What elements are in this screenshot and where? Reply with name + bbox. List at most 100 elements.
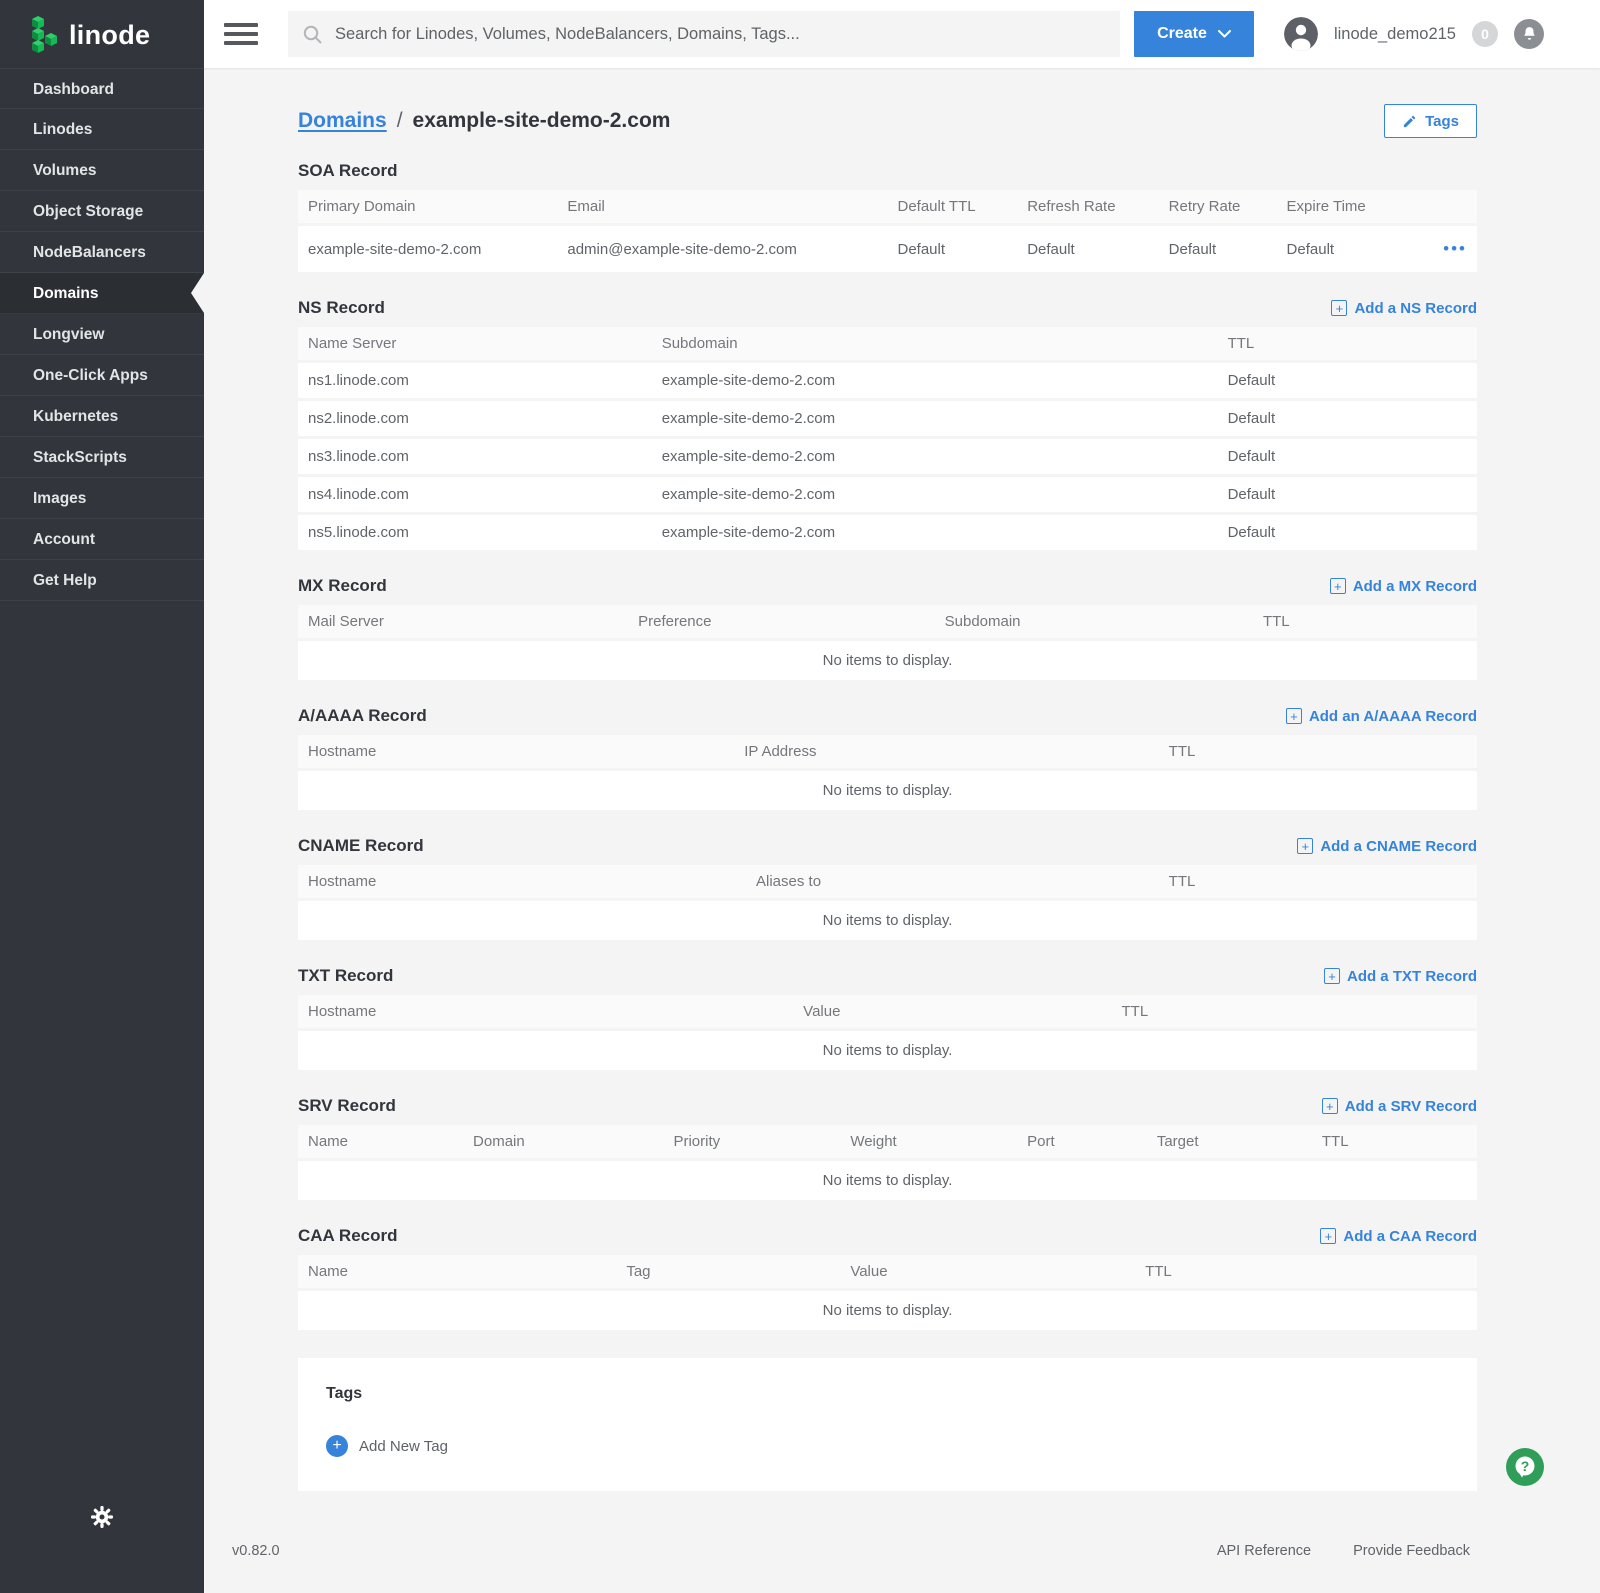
settings-gear-icon[interactable] <box>0 1505 204 1593</box>
table-cell: example-site-demo-2.com <box>652 476 1218 514</box>
section-title: CAA Record <box>298 1226 398 1246</box>
column-header-retry-rate: Retry Rate <box>1159 190 1277 225</box>
plus-square-icon: + <box>1331 300 1347 316</box>
srv-record-table: NameDomainPriorityWeightPortTargetTTLNo … <box>298 1125 1477 1200</box>
breadcrumb-domains-link[interactable]: Domains <box>298 109 387 133</box>
column-header-hostname: Hostname <box>298 735 734 770</box>
sidebar-item-get-help[interactable]: Get Help <box>0 560 204 601</box>
menu-icon[interactable] <box>224 23 258 45</box>
cname-record-table: HostnameAliases toTTLNo items to display… <box>298 865 1477 940</box>
provide-feedback-link[interactable]: Provide Feedback <box>1353 1543 1470 1559</box>
column-header-primary-domain: Primary Domain <box>298 190 557 225</box>
column-header-port: Port <box>1017 1125 1147 1160</box>
more-actions-icon[interactable]: ••• <box>1443 239 1467 258</box>
section-title: CNAME Record <box>298 836 424 856</box>
sidebar-item-images[interactable]: Images <box>0 478 204 519</box>
add-a-cname-record-link[interactable]: +Add a CNAME Record <box>1297 838 1477 855</box>
table-cell: example-site-demo-2.com <box>298 225 557 273</box>
empty-row: No items to display. <box>298 1290 1477 1331</box>
record-sections: SOA RecordPrimary DomainEmailDefault TTL… <box>298 161 1477 1330</box>
mx-record-section: MX Record+Add a MX RecordMail ServerPref… <box>298 576 1477 680</box>
plus-icon: + <box>326 1435 348 1457</box>
empty-state-text: No items to display. <box>298 1160 1477 1201</box>
ns-record-table: Name ServerSubdomainTTLns1.linode.comexa… <box>298 327 1477 550</box>
api-reference-link[interactable]: API Reference <box>1217 1543 1311 1559</box>
table-cell: Default <box>1218 400 1477 438</box>
column-header-name-server: Name Server <box>298 327 652 362</box>
linode-logo[interactable]: linode <box>0 0 204 68</box>
add-a-mx-record-link[interactable]: +Add a MX Record <box>1330 578 1477 595</box>
sidebar-item-longview[interactable]: Longview <box>0 314 204 355</box>
add-new-tag-button[interactable]: + Add New Tag <box>326 1435 448 1457</box>
notification-count-badge[interactable]: 0 <box>1472 21 1498 47</box>
plus-square-icon: + <box>1286 708 1302 724</box>
srv-record-section: SRV Record +Add a SRV Record NameDomainPri… <box>298 1096 1477 1200</box>
column-header-hostname: Hostname <box>298 995 793 1030</box>
column-header-domain: Domain <box>463 1125 663 1160</box>
page-title: example-site-demo-2.com <box>413 109 671 133</box>
sidebar-nav: DashboardLinodesVolumesObject StorageNod… <box>0 68 204 601</box>
column-header-ttl: TTL <box>1159 735 1477 770</box>
add-a-srv-record-link[interactable]: +Add a SRV Record <box>1322 1098 1477 1115</box>
sidebar-item-account[interactable]: Account <box>0 519 204 560</box>
sidebar-item-domains[interactable]: Domains <box>0 273 204 314</box>
column-header-hostname: Hostname <box>298 865 746 900</box>
sidebar: linode DashboardLinodesVolumesObject Sto… <box>0 0 204 1593</box>
column-header-name: Name <box>298 1255 616 1290</box>
sidebar-item-object-storage[interactable]: Object Storage <box>0 191 204 232</box>
edit-tags-button[interactable]: Tags <box>1384 104 1477 138</box>
section-title: SRV Record <box>298 1096 396 1116</box>
sidebar-item-dashboard[interactable]: Dashboard <box>0 68 204 109</box>
pencil-icon <box>1402 114 1417 129</box>
add-a-ns-record-link[interactable]: +Add a NS Record <box>1331 300 1477 317</box>
add-a-txt-record-link[interactable]: +Add a TXT Record <box>1324 968 1477 985</box>
column-header-value: Value <box>793 995 1111 1030</box>
breadcrumb-separator: / <box>397 109 403 133</box>
search-icon <box>302 24 323 45</box>
global-search <box>288 11 1120 57</box>
notifications-bell-icon[interactable] <box>1514 19 1544 49</box>
table-row: ns4.linode.comexample-site-demo-2.comDef… <box>298 476 1477 514</box>
sidebar-item-linodes[interactable]: Linodes <box>0 109 204 150</box>
section-title: TXT Record <box>298 966 393 986</box>
sidebar-item-kubernetes[interactable]: Kubernetes <box>0 396 204 437</box>
breadcrumb: Domains / example-site-demo-2.com <box>298 109 670 133</box>
sidebar-item-volumes[interactable]: Volumes <box>0 150 204 191</box>
tags-card: Tags + Add New Tag <box>298 1358 1477 1491</box>
add-a-caa-record-link[interactable]: +Add a CAA Record <box>1320 1228 1477 1245</box>
column-header-aliases-to: Aliases to <box>746 865 1159 900</box>
create-button[interactable]: Create <box>1134 11 1254 57</box>
svg-text:?: ? <box>1521 1458 1530 1474</box>
version-label: v0.82.0 <box>232 1543 280 1559</box>
column-header-ip-address: IP Address <box>734 735 1158 770</box>
add-an-a-aaaa-record-link[interactable]: +Add an A/AAAA Record <box>1286 708 1477 725</box>
empty-row: No items to display. <box>298 900 1477 941</box>
main-area: Create linode_demo215 0 <box>204 0 1600 1593</box>
sidebar-item-stackscripts[interactable]: StackScripts <box>0 437 204 478</box>
column-header-subdomain: Subdomain <box>652 327 1218 362</box>
plus-square-icon: + <box>1330 578 1346 594</box>
search-input[interactable] <box>333 24 1106 45</box>
user-avatar[interactable] <box>1284 17 1318 51</box>
help-button[interactable]: ? <box>1505 1447 1545 1487</box>
ns-record-section: NS Record+Add a NS RecordName ServerSubd… <box>298 298 1477 550</box>
empty-row: No items to display. <box>298 1030 1477 1071</box>
username[interactable]: linode_demo215 <box>1334 25 1456 44</box>
table-row: ns1.linode.comexample-site-demo-2.comDef… <box>298 362 1477 400</box>
page-content: Domains / example-site-demo-2.com Tags S… <box>204 68 1600 1593</box>
caa-record-table: NameTagValueTTLNo items to display. <box>298 1255 1477 1330</box>
a-aaaa-record-table: HostnameIP AddressTTLNo items to display… <box>298 735 1477 810</box>
plus-square-icon: + <box>1324 968 1340 984</box>
column-header-refresh-rate: Refresh Rate <box>1017 190 1158 225</box>
empty-state-text: No items to display. <box>298 640 1477 681</box>
column-header-expire-time: Expire Time <box>1277 190 1418 225</box>
table-cell: Default <box>1159 225 1277 273</box>
column-header-ttl: TTL <box>1253 605 1477 640</box>
table-cell: Default <box>1218 514 1477 551</box>
table-cell: ns5.linode.com <box>298 514 652 551</box>
table-row: ns2.linode.comexample-site-demo-2.comDef… <box>298 400 1477 438</box>
column-header-actions <box>1418 190 1477 225</box>
sidebar-item-nodebalancers[interactable]: NodeBalancers <box>0 232 204 273</box>
sidebar-item-one-click-apps[interactable]: One-Click Apps <box>0 355 204 396</box>
empty-row: No items to display. <box>298 640 1477 681</box>
